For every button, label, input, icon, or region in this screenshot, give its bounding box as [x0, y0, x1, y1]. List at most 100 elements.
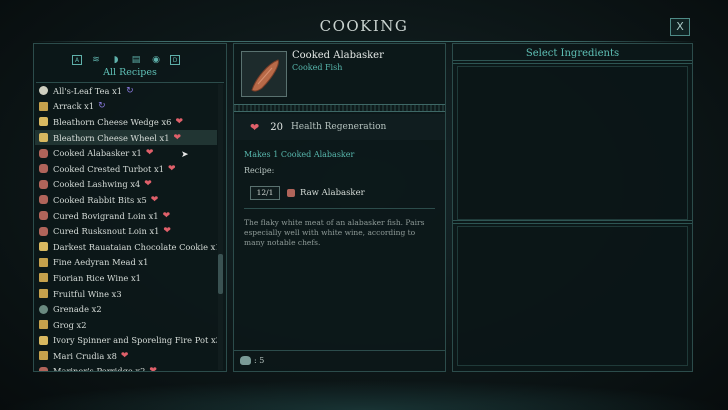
recipe-label: Grenade x2	[53, 304, 102, 315]
mouse-cursor-icon: ➤	[181, 150, 189, 160]
recipe-scrollbar[interactable]	[218, 84, 223, 370]
recipe-list-item[interactable]: Darkest Rauataian Chocolate Cookie x1	[35, 239, 217, 255]
recipe-label: Cured Rusksnout Loin x1	[53, 226, 160, 237]
title-bar: COOKING X	[0, 0, 728, 42]
bottle-icon	[39, 351, 48, 361]
recipe-list-item[interactable]: Mariner's Porridge x2 ❤	[35, 364, 217, 371]
stat-row: ❤ 20 Health Regeneration	[234, 114, 445, 140]
letter-d-icon[interactable]: D	[170, 55, 180, 65]
item-thumbnail	[241, 51, 287, 97]
item-description: The flaky white meat of an alabasker fis…	[244, 218, 425, 247]
stat-value: 20	[270, 121, 283, 133]
recipe-label: Bleathorn Cheese Wheel x1	[53, 132, 170, 143]
food-icon	[39, 195, 48, 205]
food-icon	[39, 226, 48, 236]
ornament-divider	[234, 104, 445, 112]
window-title: COOKING	[319, 17, 409, 35]
recipe-label: Fruitful Wine x3	[53, 288, 122, 299]
ingredient-slot-upper[interactable]	[457, 66, 688, 220]
recipe-list-item[interactable]: Fruitful Wine x3	[35, 286, 217, 302]
recipe-label: Cooked Alabasker x1	[53, 148, 142, 159]
swirl-effect-icon: ↻	[126, 85, 134, 96]
ingredient-select-panel: Select Ingredients	[452, 43, 693, 372]
recipe-list[interactable]: All's-Leaf Tea x1 ↻ Arrack x1 ↻ Bleathorn Ch…	[35, 83, 217, 371]
recipe-label: Ivory Spinner and Sporeling Fire Pot x3	[53, 335, 217, 346]
recipe-list-item[interactable]: Bleathorn Cheese Wedge x6 ❤	[35, 114, 217, 130]
cheese-icon	[39, 133, 48, 143]
heart-icon: ❤	[250, 120, 260, 134]
ingredient-slot-lower[interactable]	[457, 226, 688, 366]
ingredient-count: 12/1	[250, 186, 280, 200]
fish-meat-icon	[251, 59, 279, 92]
recipe-list-item[interactable]: All's-Leaf Tea x1 ↻	[35, 83, 217, 99]
recipe-label: Cooked Crested Turbot x1	[53, 163, 164, 174]
heart-icon: ❤	[162, 210, 171, 221]
heart-icon: ❤	[120, 350, 129, 361]
recipe-list-item[interactable]: Cured Rusksnout Loin x1 ❤	[35, 223, 217, 239]
makes-text: Makes 1 Cooked Alabasker	[244, 150, 355, 159]
recipe-label: Fiorian Rice Wine x1	[53, 272, 141, 283]
ingredient-name: Raw Alabasker	[300, 188, 365, 198]
recipe-list-item[interactable]: Arrack x1 ↻	[35, 99, 217, 115]
recipe-label: Cooked Rabbit Bits x5	[53, 194, 147, 205]
recipe-label: Bleathorn Cheese Wedge x6	[53, 116, 172, 127]
cheese-icon	[39, 242, 48, 252]
slot-divider	[453, 220, 692, 224]
tea-icon	[39, 86, 48, 96]
currency-value: : 5	[254, 356, 265, 365]
recipe-label: All's-Leaf Tea x1	[53, 85, 123, 96]
food-icon	[39, 164, 48, 174]
fish-icon[interactable]: ◗	[110, 54, 122, 66]
coin-pouch-icon	[240, 356, 251, 365]
recipe-label: Fine Aedyran Mead x1	[53, 257, 149, 268]
food-icon	[39, 366, 48, 371]
currency-display: : 5	[240, 356, 264, 365]
fish-icon	[287, 189, 295, 197]
header-divider	[453, 60, 692, 64]
recipe-list-item[interactable]: Cured Bovigrand Loin x1 ❤	[35, 208, 217, 224]
recipe-label: Arrack x1	[53, 101, 95, 112]
bottle-icon	[39, 273, 48, 283]
recipe-list-item[interactable]: Ivory Spinner and Sporeling Fire Pot x3	[35, 333, 217, 349]
heart-icon: ❤	[150, 194, 159, 205]
grenade-icon	[39, 304, 48, 314]
recipe-list-panel: A ≋ ◗ ▤ ◉ D All Recipes All's-Leaf Tea x1 ↻ Arr…	[33, 43, 227, 372]
ingredient-row: 12/1 Raw Alabasker	[250, 186, 365, 200]
recipe-label: Mariner's Porridge x2	[53, 366, 145, 371]
bottle-icon[interactable]: ▤	[130, 54, 142, 66]
bottle-icon	[39, 257, 48, 267]
scrollbar-thumb[interactable]	[218, 254, 223, 294]
recipe-list-item[interactable]: Cooked Alabasker x1 ❤	[35, 145, 217, 161]
recipe-filter-bar: A ≋ ◗ ▤ ◉ D	[72, 52, 180, 68]
scroll-icon[interactable]: ≋	[90, 54, 102, 66]
bowl-icon[interactable]: ◉	[150, 54, 162, 66]
recipe-label: Grog x2	[53, 319, 87, 330]
bottle-icon	[39, 101, 48, 111]
item-type: Cooked Fish	[292, 63, 343, 72]
heart-icon: ❤	[173, 132, 182, 143]
recipe-list-item[interactable]: Fine Aedyran Mead x1	[35, 255, 217, 271]
heart-icon: ❤	[167, 163, 176, 174]
recipe-label: Recipe:	[244, 166, 275, 175]
heart-icon: ❤	[175, 116, 183, 127]
close-button[interactable]: X	[670, 18, 690, 36]
letter-a-icon[interactable]: A	[72, 55, 82, 65]
recipe-list-item[interactable]: Fiorian Rice Wine x1	[35, 270, 217, 286]
item-name: Cooked Alabasker	[292, 50, 384, 61]
recipe-list-item[interactable]: Grog x2	[35, 317, 217, 333]
recipe-list-item[interactable]: Cooked Lashwing x4 ❤	[35, 177, 217, 193]
stat-label: Health Regeneration	[290, 122, 387, 132]
cheese-icon	[39, 117, 48, 127]
recipe-list-item[interactable]: Cooked Rabbit Bits x5 ❤	[35, 192, 217, 208]
recipe-list-item[interactable]: Cooked Crested Turbot x1 ❤	[35, 161, 217, 177]
food-icon	[39, 148, 48, 158]
select-ingredients-title: Select Ingredients	[525, 48, 620, 59]
food-icon	[39, 211, 48, 221]
heart-icon: ❤	[145, 148, 154, 159]
heart-icon: ❤	[149, 366, 157, 371]
recipe-list-item[interactable]: Grenade x2	[35, 301, 217, 317]
bottom-glow	[0, 380, 728, 410]
recipe-list-item[interactable]: Mari Crudia x8 ❤	[35, 348, 217, 364]
recipe-list-item[interactable]: Bleathorn Cheese Wheel x1 ❤	[35, 129, 217, 146]
bottle-icon	[39, 289, 48, 299]
